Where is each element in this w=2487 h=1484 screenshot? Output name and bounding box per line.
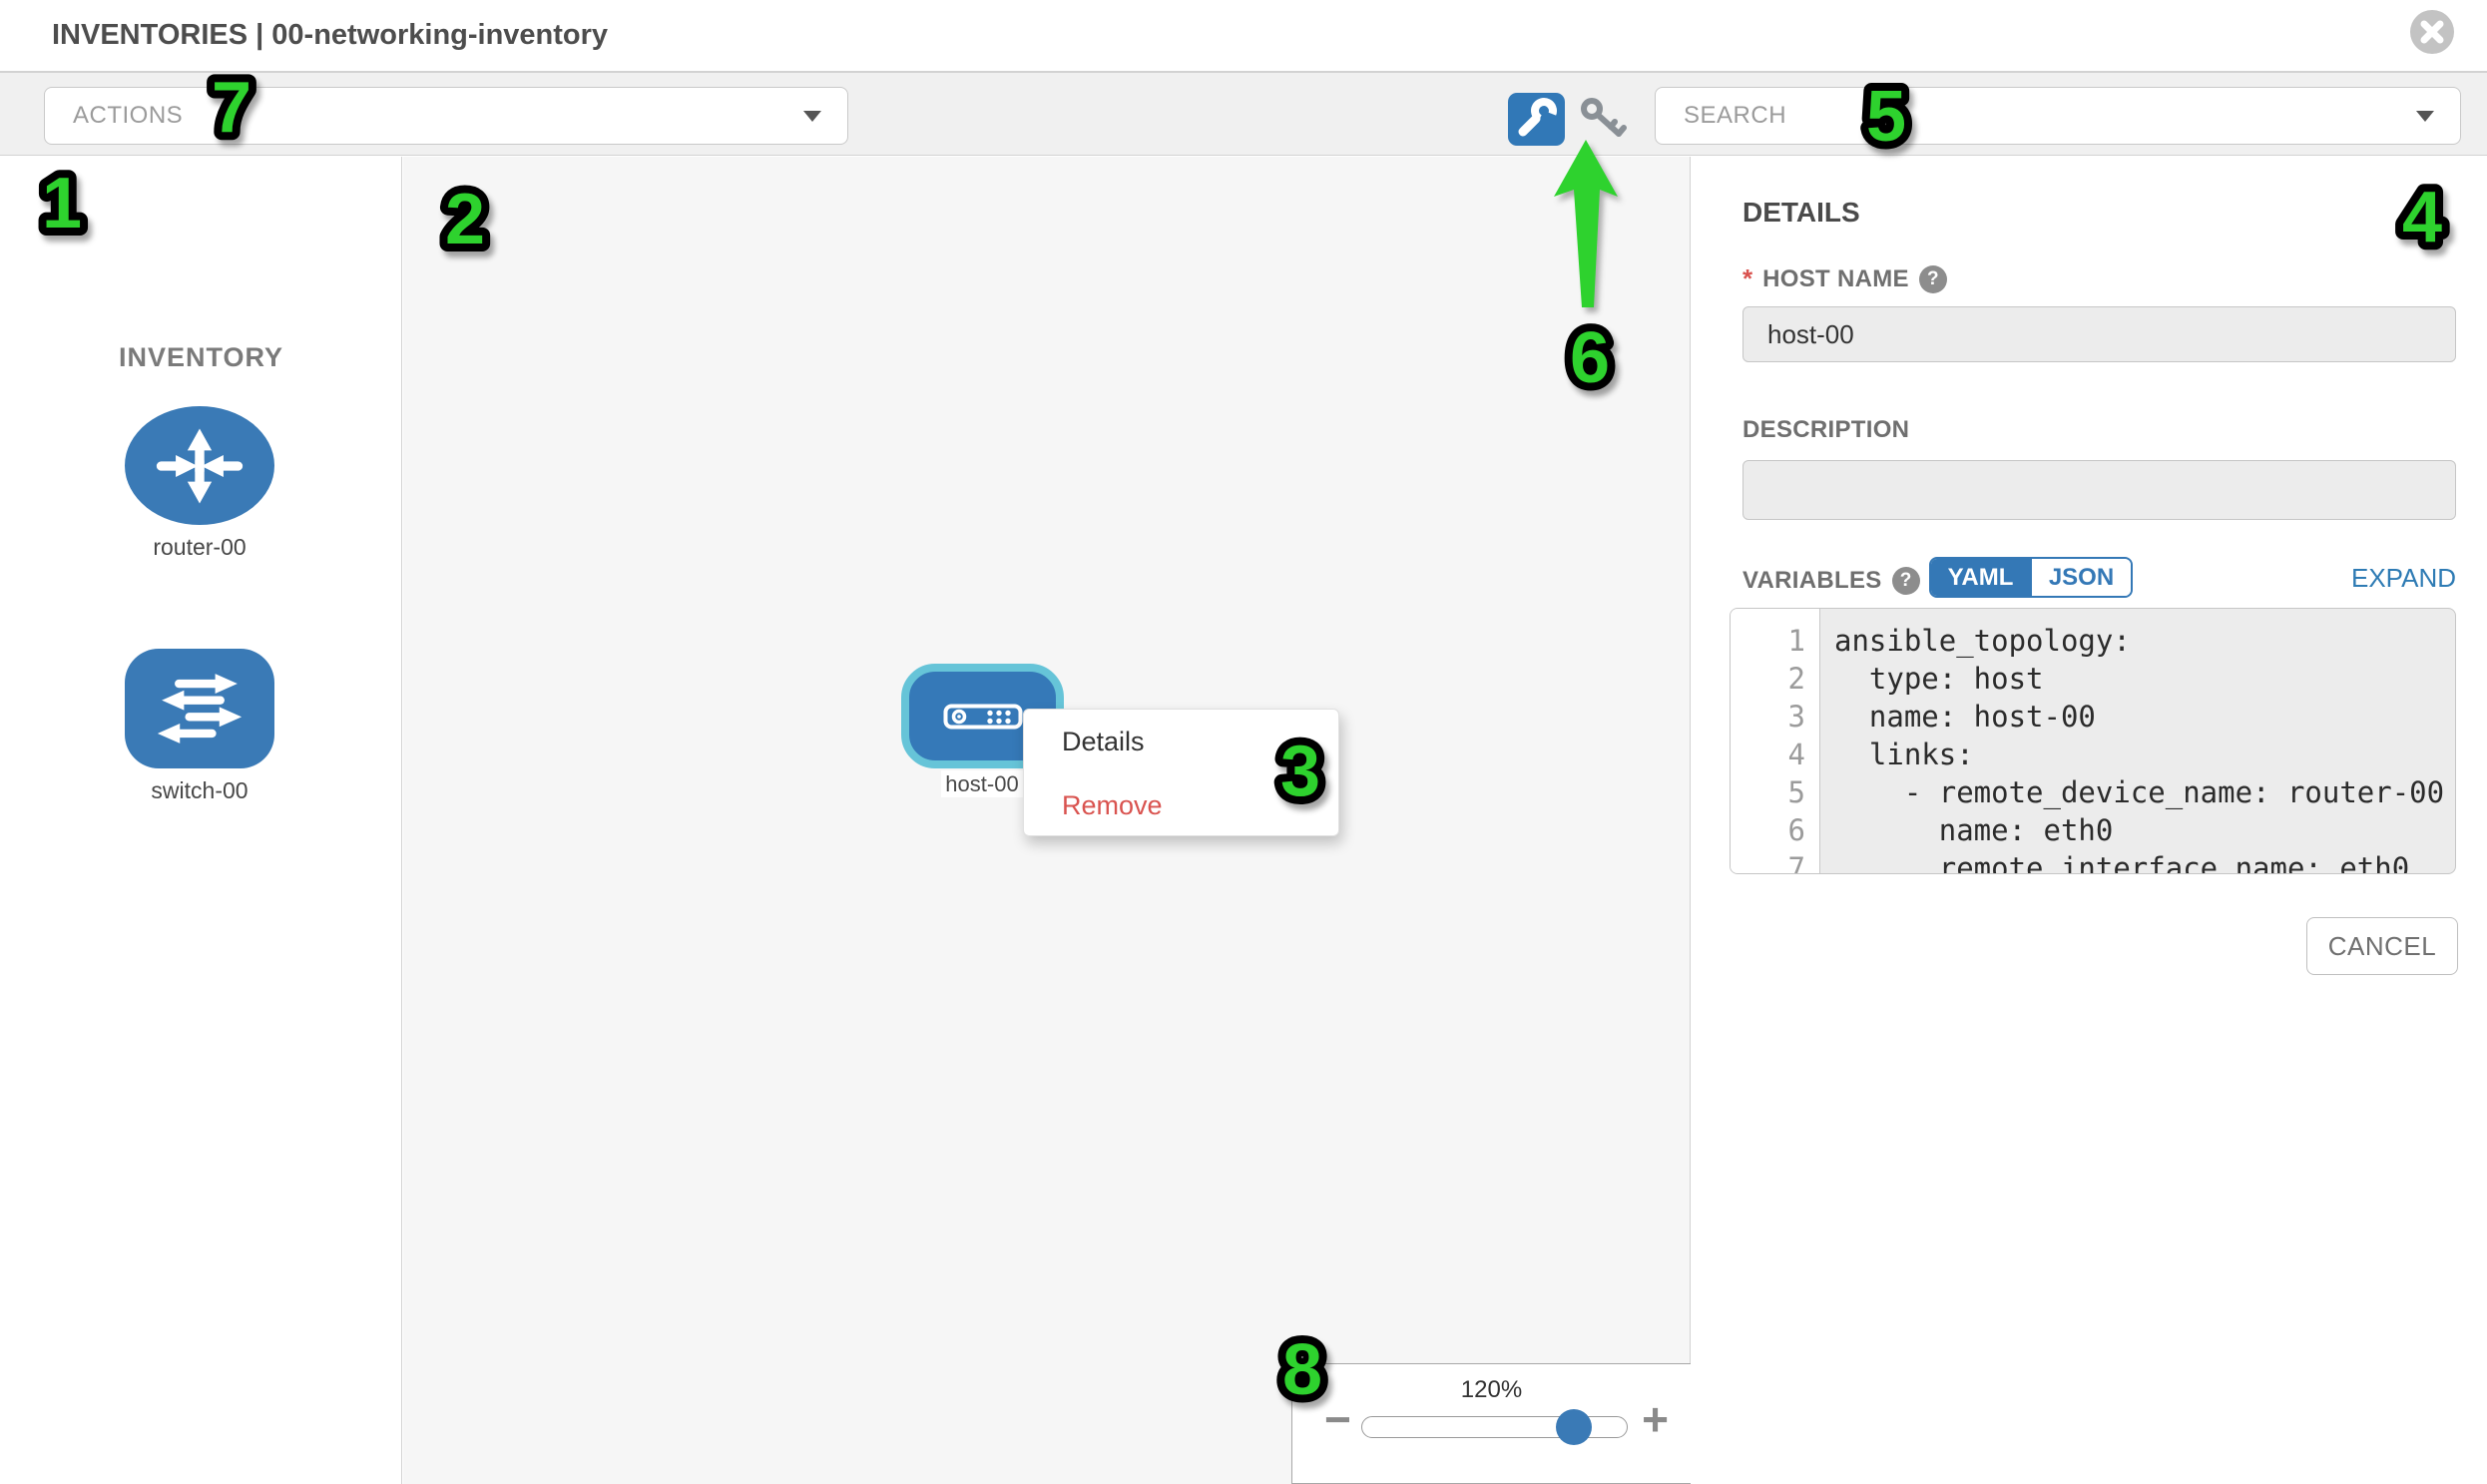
page-header: INVENTORIES | 00-networking-inventory: [0, 0, 2487, 71]
code-line: name: host-00: [1834, 698, 2455, 736]
chevron-down-icon: [803, 111, 821, 122]
sidebar-item-switch[interactable]: switch-00: [125, 649, 274, 804]
sidebar-item-router[interactable]: router-00: [125, 406, 274, 561]
yaml-toggle-button[interactable]: YAML: [1931, 559, 2032, 596]
description-label-row: DESCRIPTION: [1742, 416, 1909, 444]
line-number: 1: [1731, 622, 1819, 660]
line-number: 6: [1731, 811, 1819, 849]
help-icon[interactable]: [1892, 567, 1920, 595]
line-number: 2: [1731, 660, 1819, 698]
host-name-label-row: * HOST NAME: [1742, 263, 1947, 294]
variables-label-row: VARIABLES: [1742, 560, 1920, 602]
help-icon[interactable]: [1919, 265, 1947, 293]
sidebar-title: INVENTORY: [0, 342, 402, 373]
search-dropdown-label: SEARCH: [1684, 102, 1786, 130]
variables-label: VARIABLES: [1742, 567, 1882, 595]
host-name-field[interactable]: [1742, 306, 2456, 362]
code-editor-gutter: 1 2 3 4 5 6 7: [1731, 609, 1820, 873]
code-line: remote_interface_name: eth0: [1834, 849, 2455, 874]
actions-dropdown[interactable]: ACTIONS: [44, 87, 848, 145]
inventory-sidebar: INVENTORY router-00: [0, 157, 402, 1484]
actions-dropdown-label: ACTIONS: [73, 102, 183, 130]
toolbar: ACTIONS SEARCH: [0, 71, 2487, 156]
code-line: name: eth0: [1834, 811, 2455, 849]
wrench-icon: [1508, 93, 1565, 146]
code-editor-content: ansible_topology: type: host name: host-…: [1820, 609, 2455, 873]
zoom-slider-thumb[interactable]: [1556, 1409, 1592, 1445]
close-button[interactable]: [2410, 10, 2454, 54]
host-server-icon: [943, 704, 1023, 730]
close-icon: [2420, 20, 2444, 44]
credentials-button[interactable]: [1579, 97, 1629, 143]
expand-link[interactable]: EXPAND: [2351, 563, 2456, 594]
description-label: DESCRIPTION: [1742, 416, 1909, 444]
zoom-level-value: 120%: [1292, 1376, 1691, 1404]
details-panel-title: DETAILS: [1742, 197, 1860, 229]
menu-item-remove[interactable]: Remove: [1024, 773, 1338, 837]
topology-canvas[interactable]: host-00 Details Remove 120% − +: [403, 157, 1691, 1484]
zoom-control: 120% − +: [1291, 1363, 1691, 1484]
cancel-button[interactable]: CANCEL: [2306, 917, 2458, 975]
sidebar-item-label: switch-00: [125, 777, 274, 804]
variables-format-toggle: YAML JSON: [1929, 557, 2133, 598]
code-line: type: host: [1834, 660, 2455, 698]
code-line: ansible_topology:: [1834, 622, 2455, 660]
zoom-out-button[interactable]: −: [1324, 1396, 1351, 1442]
variables-code-editor[interactable]: 1 2 3 4 5 6 7 ansible_topology: type: ho…: [1730, 608, 2456, 874]
host-node-label: host-00: [941, 770, 1023, 797]
description-field[interactable]: [1742, 460, 2456, 520]
host-name-label: HOST NAME: [1762, 265, 1909, 293]
zoom-slider[interactable]: [1361, 1416, 1628, 1438]
line-number: 5: [1731, 773, 1819, 811]
search-dropdown[interactable]: SEARCH: [1655, 87, 2461, 145]
menu-item-details[interactable]: Details: [1024, 710, 1338, 773]
sidebar-item-label: router-00: [125, 534, 274, 561]
chevron-down-icon: [2416, 111, 2434, 122]
line-number: 7: [1731, 849, 1819, 874]
line-number: 3: [1731, 698, 1819, 736]
json-toggle-button[interactable]: JSON: [2032, 559, 2131, 596]
router-icon: [125, 406, 274, 525]
tools-button[interactable]: [1508, 93, 1565, 146]
zoom-in-button[interactable]: +: [1642, 1396, 1669, 1442]
key-icon: [1579, 97, 1629, 143]
code-line: - remote_device_name: router-00: [1834, 773, 2455, 811]
code-line: links:: [1834, 736, 2455, 773]
inventory-topology-page: INVENTORIES | 00-networking-inventory AC…: [0, 0, 2487, 1484]
node-context-menu: Details Remove: [1023, 709, 1339, 836]
required-asterisk: *: [1742, 263, 1752, 294]
details-panel: DETAILS * HOST NAME DESCRIPTION VARIABLE…: [1692, 157, 2487, 1484]
line-number: 4: [1731, 736, 1819, 773]
page-title: INVENTORIES | 00-networking-inventory: [52, 0, 608, 71]
switch-icon: [125, 649, 274, 768]
